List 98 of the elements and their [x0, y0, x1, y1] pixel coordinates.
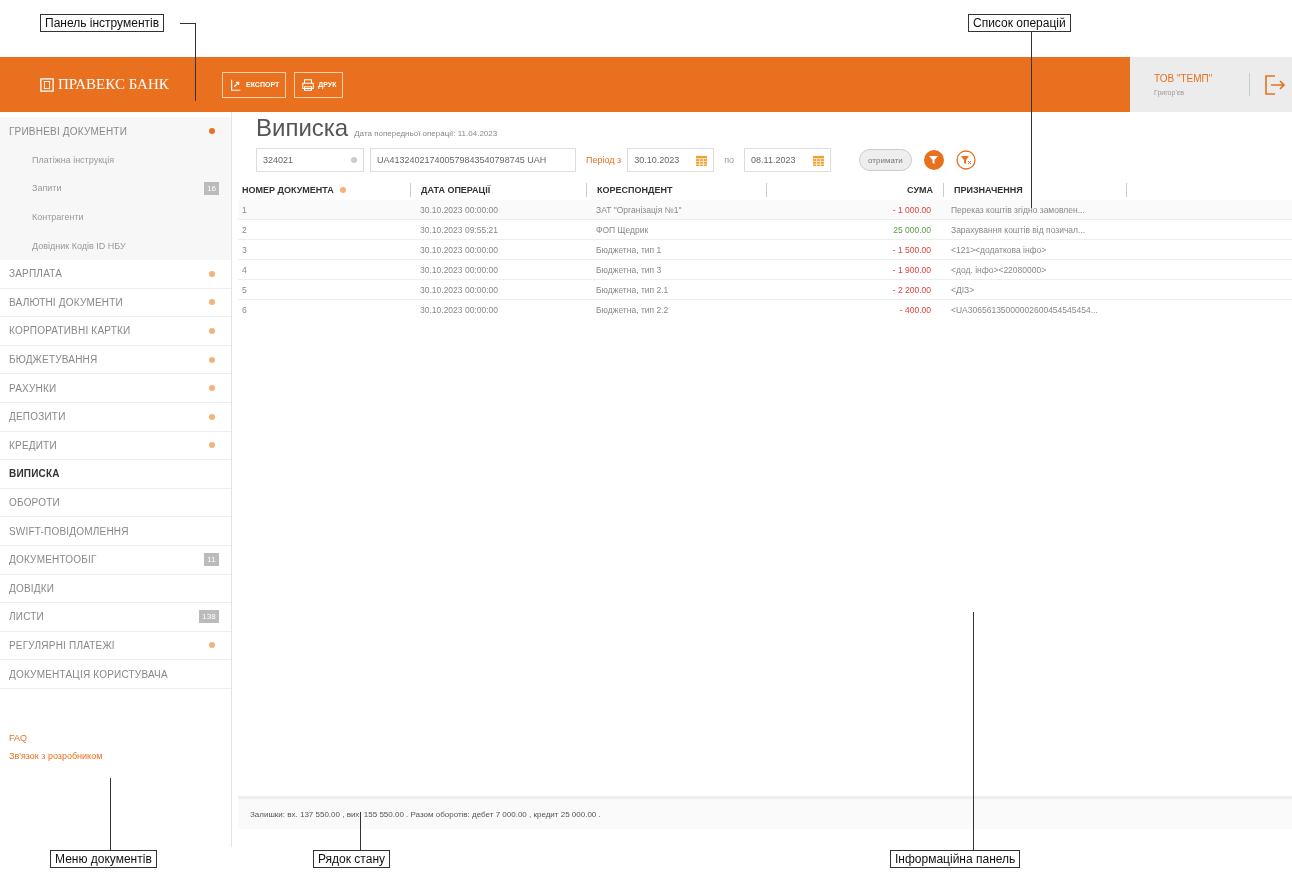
table-cell-text: 2	[241, 224, 248, 235]
menu-item[interactable]: ЗАРПЛАТА	[0, 259, 231, 289]
menu-item[interactable]: РАХУНКИ	[0, 374, 231, 403]
table-cell-text: Зарахування коштів від позичал...	[950, 224, 1087, 235]
menu-item[interactable]: ДОКУМЕНТООБІГ 11	[0, 545, 231, 575]
logout-icon[interactable]	[1262, 72, 1286, 97]
callout-label: Інформаційна панель	[890, 850, 1021, 868]
amount-cell-text: - 2 200.00	[891, 284, 932, 295]
count-badge: 16	[204, 182, 219, 195]
submenu-item[interactable]: Довідник Кодів ID НБУ	[0, 231, 231, 260]
menu-item[interactable]: ОБОРОТИ	[0, 488, 231, 518]
expand-icon	[209, 385, 215, 392]
to-label: по	[724, 155, 735, 165]
table-cell-text: <121><додаткова інфо>	[950, 244, 1048, 255]
bank-logo: ПРАВЕКС БАНК	[58, 76, 169, 93]
menu-item[interactable]: БЮДЖЕТУВАННЯ	[0, 345, 231, 375]
callout-label: Список операцій	[968, 14, 1071, 32]
table-cell-text: 30.10.2023 00:00:00	[419, 264, 499, 275]
table-cell-text: 30.10.2023 00:00:00	[419, 284, 499, 295]
table-cell-text: 30.10.2023 00:00:00	[419, 244, 499, 255]
period-label[interactable]: Період з	[586, 155, 622, 165]
table-cell-text: 3	[241, 244, 248, 255]
callout-label: Рядок стану	[313, 850, 391, 868]
table-cell-text: 1	[241, 204, 248, 215]
table-cell-text: Бюджетна, тип 2.2	[595, 304, 670, 315]
page-title: Виписка	[256, 114, 349, 142]
clear-filter-icon[interactable]	[955, 150, 976, 170]
submenu-item[interactable]: Запити 16	[0, 174, 231, 203]
callout-label: Панель інструментів	[40, 14, 165, 32]
column-header[interactable]: ПРИЗНАЧЕННЯ	[954, 185, 1023, 195]
table-cell-text: Бюджетна, тип 3	[595, 264, 663, 275]
company-name: ТОВ "ТЕМП"	[1154, 73, 1214, 84]
printer-icon	[301, 77, 316, 92]
export-icon	[229, 77, 243, 92]
submenu-item[interactable]: Контрагенти	[0, 202, 231, 232]
expand-icon	[209, 270, 215, 277]
table-cell-text: <UA30656135000002600454545454...	[950, 304, 1099, 315]
expand-icon	[209, 413, 215, 420]
leader-line	[360, 812, 361, 850]
menu-item[interactable]: SWIFT-ПОВІДОМЛЕННЯ	[0, 517, 231, 546]
get-button[interactable]: отримати	[859, 149, 912, 171]
column-header[interactable]: НОМЕР ДОКУМЕНТА	[242, 185, 346, 195]
calendar-icon	[696, 154, 708, 166]
expand-icon	[209, 442, 215, 449]
date-field[interactable]: 08.11.2023	[744, 148, 832, 172]
last-operation-date: Дата попередньої операції: 11.04.2023	[354, 129, 498, 138]
amount-cell-text: - 400.00	[898, 304, 932, 315]
menu-item[interactable]: ДЕПОЗИТИ	[0, 402, 231, 432]
sidebar-link[interactable]: Зв'язок з розробником	[9, 750, 222, 761]
amount-cell-text: - 1 900.00	[891, 264, 932, 275]
leader-line	[110, 778, 111, 850]
table-cell-text: ФОП Щедрик	[595, 224, 650, 235]
dropdown-icon	[351, 157, 357, 163]
menu-item[interactable]: ДОВІДКИ	[0, 574, 231, 604]
table-cell-text: 4	[241, 264, 248, 275]
menu-item[interactable]: ГРИВНЕВІ ДОКУМЕНТИ	[0, 117, 231, 146]
table-cell-text: 6	[241, 304, 248, 315]
expand-icon	[209, 128, 215, 135]
table-cell-text: Переказ коштів згідно замовлен...	[950, 204, 1086, 215]
table-cell-text: <ДІЗ>	[950, 284, 976, 295]
table-cell-text: ЗАТ "Організація №1"	[595, 204, 683, 215]
amount-cell-text: 25 000.00	[892, 224, 932, 235]
expand-icon	[209, 642, 215, 649]
amount-cell-text: - 1 000.00	[891, 204, 932, 215]
table-cell-text: 30.10.2023 00:00:00	[419, 204, 499, 215]
menu-item[interactable]: ВАЛЮТНІ ДОКУМЕНТИ	[0, 288, 231, 318]
menu-item[interactable]: КОРПОРАТИВНІ КАРТКИ	[0, 317, 231, 346]
table-cell-text: <дод. інфо><22080000>	[950, 264, 1048, 275]
table-cell-text: Бюджетна, тип 2.1	[595, 284, 670, 295]
menu-item[interactable]: ВИПИСКА	[0, 460, 231, 489]
count-badge: 11	[204, 553, 219, 567]
column-header[interactable]: СУМА	[907, 185, 933, 195]
sidebar-link[interactable]: FAQ	[9, 732, 222, 743]
iban-field[interactable]: UA413240217400579843540798745 UAH	[370, 148, 576, 172]
menu-item[interactable]: ЛИСТИ 138	[0, 603, 231, 632]
table-cell-text: 5	[241, 284, 248, 295]
column-header[interactable]: ДАТА ОПЕРАЦІЇ	[421, 185, 491, 195]
menu-item[interactable]: РЕГУЛЯРНІ ПЛАТЕЖІ	[0, 631, 231, 661]
date-field[interactable]: 30.10.2023	[627, 148, 715, 172]
calendar-icon	[813, 154, 825, 166]
filter-icon[interactable]	[923, 150, 944, 170]
submenu-item[interactable]: Платіжна інструкція	[0, 145, 231, 175]
column-header[interactable]: КОРЕСПОНДЕНТ	[597, 185, 673, 195]
table-cell-text: Бюджетна, тип 1	[595, 244, 663, 255]
expand-icon	[209, 356, 215, 363]
amount-cell-text: - 1 500.00	[891, 244, 932, 255]
status-text: Залишки: вх. 137 550.00 , вих. 155 550.00 . Разом оборотів: дебет 7 000.00 , кредит 25 000.00 .	[250, 809, 601, 819]
table-cell-text: 30.10.2023 09:55:21	[419, 224, 499, 235]
account-select[interactable]: 324021	[256, 148, 364, 172]
count-badge: 138	[199, 610, 219, 624]
menu-item[interactable]: ДОКУМЕНТАЦІЯ КОРИСТУВАЧА	[0, 660, 231, 689]
expand-icon	[209, 299, 215, 306]
callout-label: Меню документів	[50, 850, 157, 868]
menu-item[interactable]: КРЕДИТИ	[0, 431, 231, 461]
expand-icon	[209, 327, 215, 334]
logo-icon	[40, 77, 54, 92]
sort-icon	[339, 187, 346, 193]
table-cell-text: 30.10.2023 00:00:00	[419, 304, 499, 315]
